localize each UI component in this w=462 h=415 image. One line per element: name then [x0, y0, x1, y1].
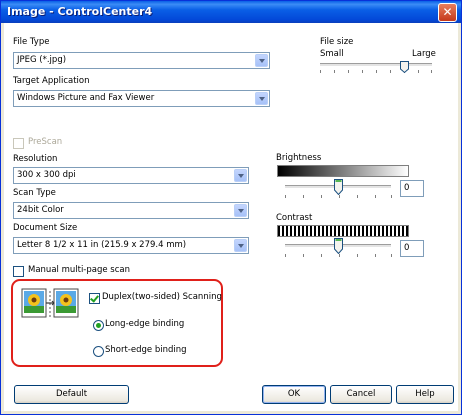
contrast-label: Contrast	[276, 213, 313, 223]
cancel-button[interactable]: Cancel	[330, 385, 392, 404]
file-type-value: JPEG (*.jpg)	[17, 55, 67, 65]
file-size-slider-thumb[interactable]	[400, 59, 409, 75]
slider-tick	[362, 70, 363, 73]
chevron-down-icon[interactable]	[255, 92, 268, 105]
window-title: Image - ControlCenter4	[7, 5, 153, 18]
slider-tick	[357, 195, 358, 198]
slider-tick	[303, 195, 304, 198]
contrast-value-field[interactable]: 0	[400, 240, 424, 257]
dialog-content: File Type JPEG (*.jpg) File size Small L…	[4, 23, 458, 411]
slider-tick	[285, 195, 286, 198]
brightness-value: 0	[404, 183, 410, 193]
duplex-checkbox[interactable]	[89, 293, 100, 304]
document-size-select[interactable]: Letter 8 1/2 x 11 in (215.9 x 279.4 mm)	[13, 237, 249, 254]
document-size-value: Letter 8 1/2 x 11 in (215.9 x 279.4 mm)	[17, 240, 187, 250]
slider-tick	[390, 70, 391, 73]
manual-multipage-label: Manual multi-page scan	[28, 265, 131, 275]
manual-multipage-checkbox[interactable]	[13, 266, 24, 277]
resolution-label: Resolution	[13, 154, 58, 164]
target-application-select[interactable]: Windows Picture and Fax Viewer	[13, 90, 270, 107]
contrast-pattern-bar	[277, 225, 409, 237]
contrast-slider[interactable]	[285, 238, 393, 258]
brightness-slider-thumb[interactable]	[334, 179, 343, 195]
brightness-label: Brightness	[276, 153, 322, 163]
duplex-flower-pages-icon	[21, 288, 79, 318]
duplex-label: Duplex(two-sided) Scanning	[102, 292, 222, 302]
chevron-down-icon[interactable]	[255, 54, 268, 67]
dialog-window: Image - ControlCenter4 ✕ File Type JPEG …	[0, 0, 462, 415]
target-application-label: Target Application	[13, 76, 90, 86]
slider-tick	[375, 254, 376, 257]
slider-tick	[320, 70, 321, 73]
contrast-slider-thumb[interactable]	[334, 238, 343, 254]
long-edge-binding-label: Long-edge binding	[105, 319, 185, 329]
resolution-value: 300 x 300 dpi	[17, 170, 76, 180]
slider-tick	[348, 70, 349, 73]
default-button[interactable]: Default	[14, 385, 129, 404]
scan-type-select[interactable]: 24bit Color	[13, 202, 249, 219]
slider-tick	[391, 195, 392, 198]
resolution-select[interactable]: 300 x 300 dpi	[13, 167, 249, 184]
chevron-down-icon[interactable]	[234, 239, 247, 252]
brightness-slider[interactable]	[285, 179, 393, 199]
prescan-checkbox[interactable]	[13, 138, 24, 149]
brightness-gradient-bar	[277, 165, 409, 177]
slider-tick	[339, 254, 340, 257]
slider-tick	[334, 70, 335, 73]
document-size-label: Document Size	[13, 223, 78, 233]
chevron-down-icon[interactable]	[234, 169, 247, 182]
help-button[interactable]: Help	[396, 385, 454, 404]
ok-button[interactable]: OK	[262, 385, 326, 404]
slider-tick	[376, 70, 377, 73]
scan-type-value: 24bit Color	[17, 205, 64, 215]
slider-tick	[357, 254, 358, 257]
file-size-slider[interactable]	[320, 59, 434, 75]
slider-tick	[431, 70, 432, 73]
slider-tick	[285, 254, 286, 257]
title-bar[interactable]: Image - ControlCenter4 ✕	[1, 1, 461, 23]
file-size-track	[320, 63, 432, 67]
slider-tick	[391, 254, 392, 257]
slider-tick	[339, 195, 340, 198]
short-edge-binding-radio[interactable]	[93, 346, 104, 357]
slider-tick	[321, 254, 322, 257]
slider-tick	[418, 70, 419, 73]
contrast-value: 0	[404, 243, 410, 253]
slider-tick	[303, 254, 304, 257]
file-type-label: File Type	[13, 37, 50, 47]
prescan-label: PreScan	[28, 137, 63, 147]
long-edge-binding-radio[interactable]	[93, 320, 104, 331]
file-size-label: File size	[320, 37, 354, 47]
slider-tick	[321, 195, 322, 198]
short-edge-binding-label: Short-edge binding	[105, 345, 187, 355]
slider-tick	[375, 195, 376, 198]
target-application-value: Windows Picture and Fax Viewer	[17, 93, 155, 103]
file-size-small-label: Small	[320, 49, 344, 59]
file-type-select[interactable]: JPEG (*.jpg)	[13, 52, 270, 69]
scan-type-label: Scan Type	[13, 188, 56, 198]
chevron-down-icon[interactable]	[234, 204, 247, 217]
file-size-large-label: Large	[412, 49, 436, 59]
close-icon[interactable]: ✕	[438, 3, 457, 22]
brightness-value-field[interactable]: 0	[400, 180, 424, 197]
